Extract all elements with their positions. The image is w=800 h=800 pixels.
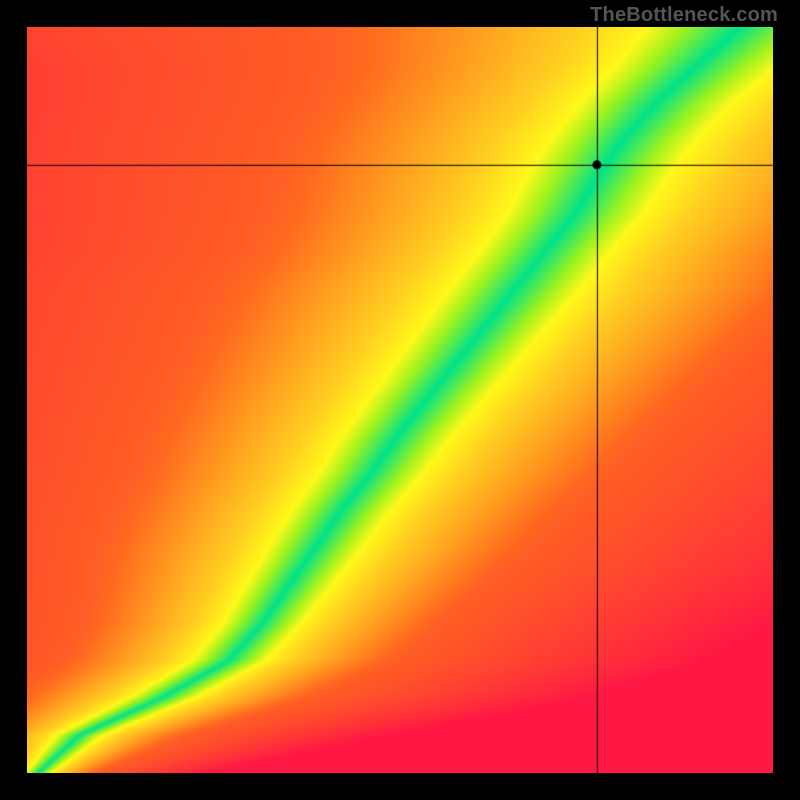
watermark-text: TheBottleneck.com xyxy=(590,4,778,27)
bottleneck-heatmap xyxy=(27,27,773,773)
